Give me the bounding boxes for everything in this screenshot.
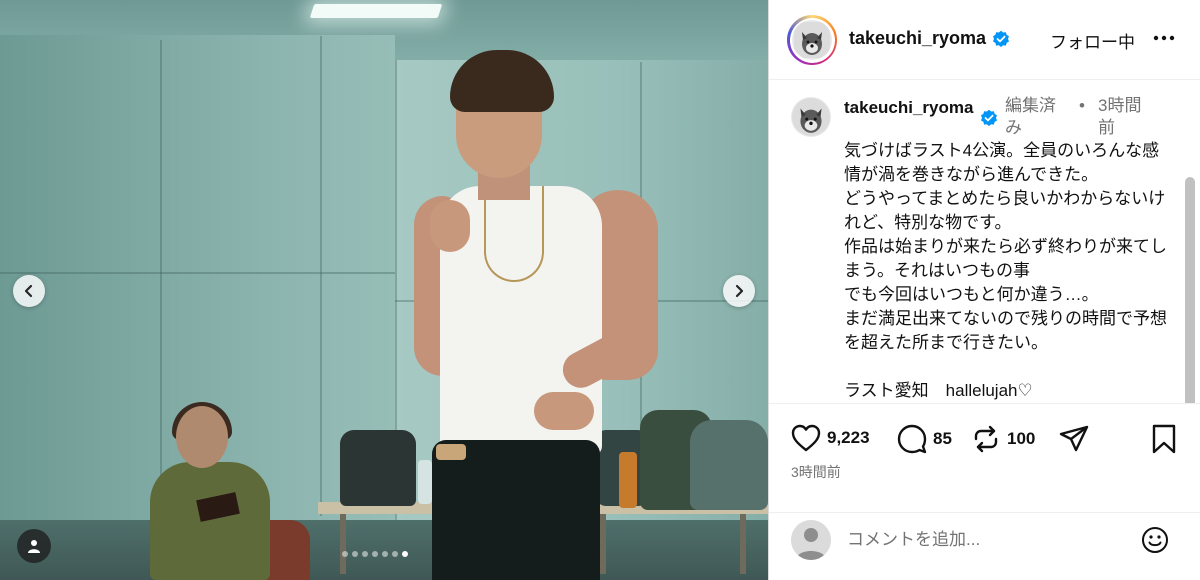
chevron-left-icon <box>24 284 33 298</box>
like-count[interactable]: 9,223 <box>827 428 870 448</box>
repost-icon <box>974 425 998 453</box>
caption-scrollbar[interactable] <box>1185 177 1195 403</box>
photo-wall-seam <box>160 40 162 530</box>
current-user-avatar <box>791 520 831 560</box>
photo-man-belt <box>436 444 466 460</box>
repost-button[interactable]: 100 <box>971 424 1035 454</box>
photo-man-right-hand <box>534 392 594 430</box>
photo-seated-person-head <box>176 406 228 468</box>
carousel-next-button[interactable] <box>723 275 755 307</box>
carousel-dot <box>362 551 368 557</box>
emoji-button[interactable] <box>1139 524 1171 556</box>
photo-backpack <box>340 430 416 506</box>
caption-author-username[interactable]: takeuchi_ryoma <box>844 97 978 119</box>
avatar <box>792 20 832 60</box>
carousel-dot <box>402 551 408 557</box>
photo-man-left-hand <box>430 200 470 252</box>
add-comment-bar <box>769 514 1200 580</box>
share-button[interactable] <box>1059 424 1089 454</box>
post-photo[interactable] <box>0 0 768 580</box>
carousel-dot <box>342 551 348 557</box>
emoji-icon <box>1142 527 1168 553</box>
post-header: takeuchi_ryoma フォロー中 <box>769 0 1200 80</box>
comment-count[interactable]: 85 <box>933 429 952 449</box>
send-icon <box>1059 425 1089 452</box>
more-options-button[interactable] <box>1149 24 1179 52</box>
photo-floor <box>0 520 768 580</box>
post-author-username[interactable]: takeuchi_ryoma <box>849 28 986 49</box>
verified-badge-icon <box>993 30 1009 47</box>
carousel-dot <box>352 551 358 557</box>
story-ring-avatar[interactable] <box>787 15 837 65</box>
default-user-icon <box>791 520 831 560</box>
dog-avatar-icon <box>794 22 830 58</box>
photo-bottle <box>619 452 637 508</box>
photo-jacket <box>690 420 768 510</box>
like-button[interactable]: 9,223 <box>791 424 870 452</box>
caption-separator: • <box>1079 96 1085 115</box>
verified-badge-icon <box>981 109 997 126</box>
caption-timestamp[interactable]: 3時間前 <box>1098 95 1154 139</box>
comment-bubble-icon <box>897 424 927 454</box>
carousel-dot <box>392 551 398 557</box>
post-timestamp[interactable]: 3時間前 <box>791 462 841 482</box>
carousel-dot <box>382 551 388 557</box>
post-side-panel: takeuchi_ryoma フォロー中 takeuchi_ryoma 編集済み… <box>768 0 1200 580</box>
carousel-prev-button[interactable] <box>13 275 45 307</box>
comment-input[interactable] <box>847 524 1127 556</box>
photo-man-necklace <box>484 186 544 282</box>
photo-bench-leg <box>600 514 606 574</box>
dog-avatar-icon <box>792 98 830 136</box>
repost-count[interactable]: 100 <box>1007 429 1035 449</box>
caption-text: 気づけばラスト4公演。全員のいろんな感情が渦を巻きながら進んできた。 どうやって… <box>844 141 1167 400</box>
carousel-indicator <box>342 551 408 557</box>
photo-wall-seam <box>320 36 322 516</box>
avatar-ring-inner <box>789 17 835 63</box>
user-tag-icon <box>28 540 40 553</box>
heart-icon <box>791 424 821 452</box>
chevron-right-icon <box>735 284 744 298</box>
photo-seated-person <box>150 462 270 580</box>
comment-button[interactable]: 85 <box>897 424 952 454</box>
carousel-dot <box>372 551 378 557</box>
photo-water-bottle <box>418 460 432 504</box>
more-options-icon <box>1153 35 1175 41</box>
caption-avatar[interactable] <box>791 97 831 137</box>
photo-bench-leg <box>740 514 746 574</box>
save-button[interactable] <box>1151 424 1177 454</box>
edited-label: 編集済み <box>1005 96 1056 137</box>
post-actions: 9,223 85 100 3時間前 <box>769 403 1200 513</box>
photo-ceiling-light <box>309 4 443 18</box>
following-button[interactable]: フォロー中 <box>1050 28 1135 53</box>
photo-wall-seam <box>0 272 395 274</box>
photo-man-pants <box>432 440 600 580</box>
user-tags-button[interactable] <box>17 529 51 563</box>
bookmark-icon <box>1152 424 1176 454</box>
photo-bench-leg <box>340 514 346 574</box>
caption-section: takeuchi_ryoma 編集済み • 3時間前 気づけばラスト4公演。全員… <box>769 81 1200 403</box>
